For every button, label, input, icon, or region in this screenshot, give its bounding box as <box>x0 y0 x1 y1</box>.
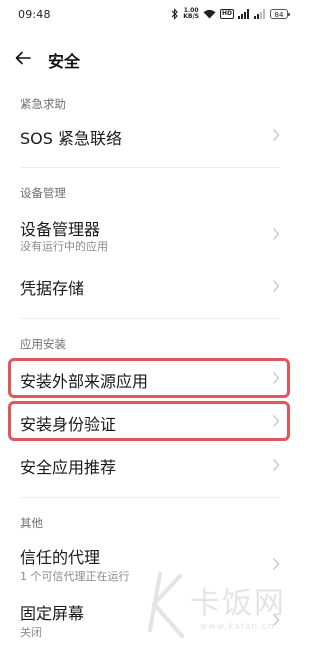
row-subtitle: 关闭 <box>20 626 42 639</box>
watermark-text: 卡饭网 <box>190 586 286 621</box>
row-sos-emergency-contact[interactable]: SOS 紧急联络 <box>0 113 300 157</box>
section-divider <box>20 318 280 319</box>
network-speed-unit: KB/S <box>183 13 199 20</box>
chevron-right-icon <box>273 280 280 292</box>
row-subtitle: 1 个可信代理正在运行 <box>20 570 130 583</box>
back-button[interactable] <box>12 48 34 68</box>
back-arrow-icon <box>15 51 31 65</box>
row-credential-storage[interactable]: 凭据存储 <box>0 265 300 309</box>
bluetooth-icon <box>171 8 179 20</box>
row-title: 安全应用推荐 <box>20 458 117 477</box>
chevron-right-icon <box>273 372 280 384</box>
wifi-icon <box>203 9 216 19</box>
watermark-url: www.kafan.cn <box>200 622 275 632</box>
row-install-unknown-apps[interactable]: 安装外部来源应用 <box>0 358 300 398</box>
section-header-app-install: 应用安装 <box>20 337 66 351</box>
chevron-right-icon <box>273 228 280 240</box>
chevron-right-icon <box>273 459 280 471</box>
security-settings-screen: 09:48 1.00 KB/S HD 84 安全 紧急求助 SOS 紧急联络 设… <box>0 0 300 667</box>
chevron-right-icon <box>273 558 280 570</box>
chevron-right-icon <box>273 129 280 141</box>
hd-badge: HD <box>219 9 234 19</box>
section-header-device-management: 设备管理 <box>20 186 66 200</box>
row-title: 固定屏幕 <box>20 604 85 623</box>
row-subtitle: 没有运行中的应用 <box>20 240 108 253</box>
header: 安全 <box>0 38 300 78</box>
row-title: 设备管理器 <box>20 220 101 239</box>
watermark: 卡饭网 www.kafan.cn <box>140 570 300 667</box>
section-header-other: 其他 <box>20 516 43 530</box>
signal-icon <box>238 9 250 19</box>
section-divider <box>20 167 280 168</box>
network-speed: 1.00 KB/S <box>183 8 199 20</box>
row-install-verification[interactable]: 安装身份验证 <box>0 401 300 441</box>
battery-icon: 84 <box>270 9 290 19</box>
status-time: 09:48 <box>18 8 51 21</box>
row-device-admin[interactable]: 设备管理器 没有运行中的应用 <box>0 208 300 258</box>
row-title: 安装外部来源应用 <box>20 372 149 391</box>
section-divider <box>20 497 280 498</box>
signal-icon-secondary <box>254 9 266 19</box>
row-security-app-recommendations[interactable]: 安全应用推荐 <box>0 444 300 486</box>
watermark-logo-icon <box>148 572 184 638</box>
status-bar: 09:48 1.00 KB/S HD 84 <box>0 0 300 28</box>
row-title: 信任的代理 <box>20 548 101 567</box>
page-title: 安全 <box>48 52 81 71</box>
row-title: SOS 紧急联络 <box>20 129 122 148</box>
section-header-emergency: 紧急求助 <box>20 97 66 111</box>
row-title: 安装身份验证 <box>20 415 117 434</box>
status-icons: 1.00 KB/S HD 84 <box>171 7 290 21</box>
chevron-right-icon <box>273 415 280 427</box>
row-title: 凭据存储 <box>20 279 85 298</box>
